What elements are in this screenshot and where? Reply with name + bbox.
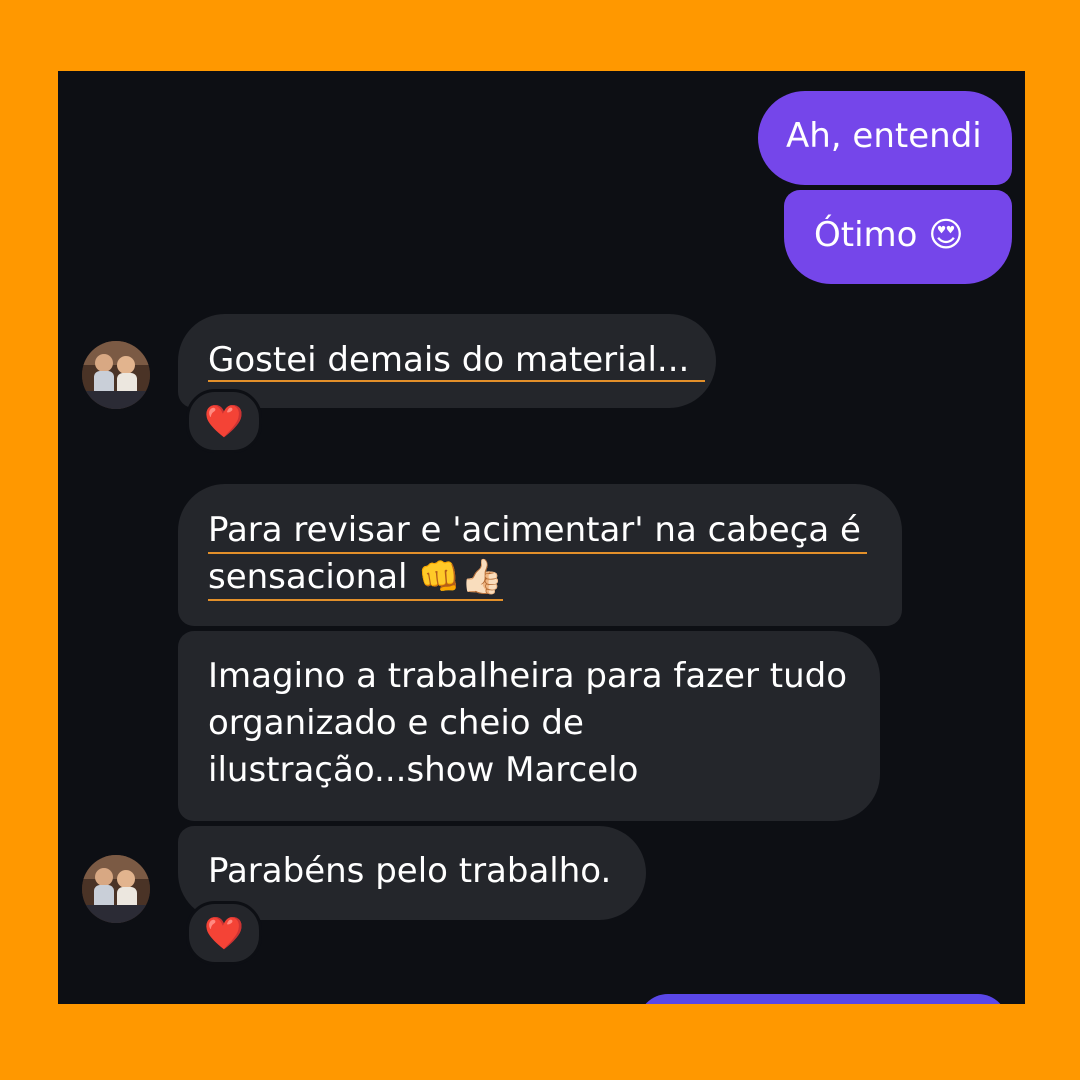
- incoming-message[interactable]: Para revisar e 'acimentar' na cabeça é s…: [178, 484, 902, 626]
- sender-avatar[interactable]: [82, 855, 150, 923]
- heart-icon: ❤️: [204, 914, 244, 952]
- link-text[interactable]: sensacional 👊👍🏻: [208, 555, 503, 601]
- chat-screen: Ah, entendi Ótimo 😍 Gostei demais do mat…: [58, 71, 1025, 1004]
- incoming-message[interactable]: Imagino a trabalheira para fazer tudo or…: [178, 631, 880, 821]
- message-reaction[interactable]: ❤️: [186, 901, 262, 965]
- incoming-message[interactable]: Gostei demais do material...: [178, 314, 716, 408]
- outgoing-message[interactable]: Ótimo 😍: [784, 190, 1012, 284]
- link-text[interactable]: Para revisar e 'acimentar' na cabeça é: [208, 508, 867, 554]
- outgoing-message-partial[interactable]: [638, 994, 1008, 1004]
- outgoing-message[interactable]: Ah, entendi: [758, 91, 1012, 185]
- message-text-line: organizado e cheio de: [208, 703, 584, 743]
- sender-avatar[interactable]: [82, 341, 150, 409]
- avatar-photo-icon: [82, 855, 150, 923]
- avatar-photo-icon: [82, 341, 150, 409]
- message-text: Parabéns pelo trabalho.: [208, 851, 612, 891]
- message-text: Gostei demais do material...: [208, 337, 716, 384]
- message-text: Para revisar e 'acimentar' na cabeça é s…: [208, 507, 902, 601]
- message-text: Ah, entendi: [786, 116, 982, 156]
- message-text: Ótimo 😍: [814, 215, 964, 255]
- heart-icon: ❤️: [204, 402, 244, 440]
- link-text[interactable]: Gostei demais do material...: [208, 340, 706, 382]
- message-text-line: ilustração...show Marcelo: [208, 750, 639, 790]
- message-text-line: Imagino a trabalheira para fazer tudo: [208, 656, 848, 696]
- message-reaction[interactable]: ❤️: [186, 389, 262, 453]
